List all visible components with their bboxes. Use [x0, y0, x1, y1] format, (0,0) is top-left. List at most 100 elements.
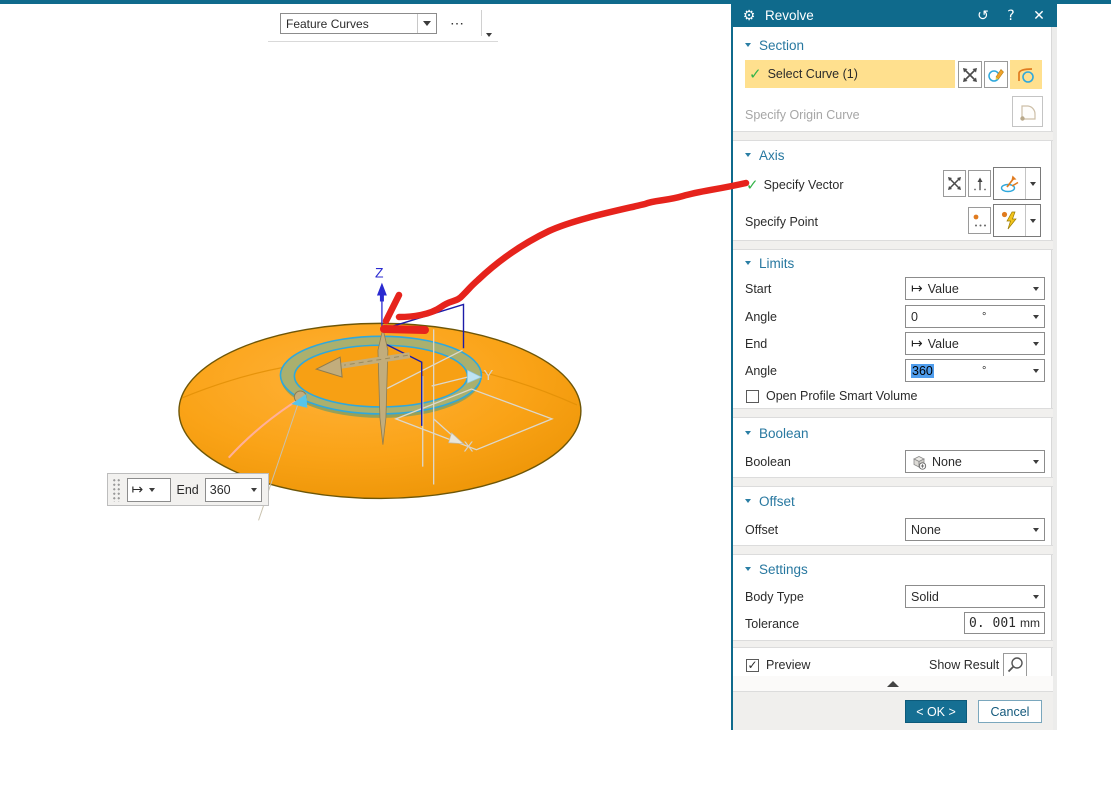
check-icon: ✓ — [746, 176, 759, 194]
degree-symbol: ° — [982, 310, 987, 323]
boolean-label: Boolean — [745, 454, 791, 469]
revolve-dialog: ⚙ Revolve ↺ ? ✕ Section ✓ Select Curve (… — [731, 4, 1057, 730]
specify-point-label: Specify Point — [745, 215, 818, 229]
degree-symbol: ° — [982, 364, 987, 377]
boolean-none-cube-icon — [913, 455, 927, 470]
cancel-button[interactable]: Cancel — [978, 700, 1042, 723]
group-separator — [733, 477, 1053, 487]
dialog-collapse-strip[interactable] — [733, 676, 1053, 692]
dialog-footer: < OK > Cancel — [733, 692, 1053, 730]
autojudge-point-icon[interactable] — [994, 205, 1025, 236]
group-separator — [733, 408, 1053, 418]
sketch-section-icon[interactable] — [984, 61, 1008, 88]
end-limit-dropdown[interactable]: ↦ Value — [905, 332, 1045, 355]
group-limits-title: Limits — [759, 255, 795, 271]
point-autojudge-split-button — [993, 204, 1041, 237]
end-angle-value: 360 — [911, 363, 934, 378]
start-angle-label: Angle — [745, 309, 777, 324]
dropdown-caret-icon — [1033, 341, 1039, 346]
dialog-header[interactable]: ⚙ Revolve ↺ ? ✕ — [733, 4, 1057, 27]
dropdown-caret-icon — [1033, 459, 1039, 464]
graphics-viewport[interactable]: X Y Z — [0, 4, 733, 786]
group-offset[interactable]: Offset — [745, 491, 795, 511]
preview-checkbox[interactable]: ✓ — [746, 658, 759, 672]
help-icon[interactable]: ? — [1001, 8, 1021, 24]
deselect-icon[interactable] — [943, 170, 966, 197]
deselect-icon[interactable] — [958, 61, 982, 88]
ok-button[interactable]: < OK > — [905, 700, 967, 723]
dropdown-caret-icon — [1033, 286, 1039, 291]
limit-option-dropdown[interactable]: ↦ — [126, 477, 171, 502]
inferred-vector-icon[interactable] — [968, 170, 991, 197]
close-icon[interactable]: ✕ — [1029, 8, 1049, 24]
end-label: End — [745, 336, 768, 351]
group-separator — [733, 131, 1053, 141]
curve-icon[interactable] — [1010, 60, 1042, 89]
dropdown-caret-icon — [1033, 594, 1039, 599]
boolean-dropdown[interactable]: None — [905, 450, 1045, 473]
end-label: End — [176, 482, 199, 497]
specify-origin-curve-label: Specify Origin Curve — [745, 108, 860, 122]
group-collapse-caret-icon — [745, 43, 751, 47]
group-collapse-caret-icon — [745, 153, 751, 157]
boolean-value: None — [932, 454, 962, 469]
end-angle-input[interactable]: 360 ° — [905, 359, 1045, 382]
preview-label: Preview — [766, 658, 811, 672]
select-curve-label: Select Curve (1) — [767, 67, 858, 81]
z-axis-shaft — [379, 294, 384, 302]
z-axis-label: Z — [375, 265, 384, 281]
group-collapse-caret-icon — [745, 567, 751, 571]
start-limit-value: Value — [927, 281, 959, 296]
group-collapse-caret-icon — [745, 499, 751, 503]
show-result-label: Show Result — [929, 658, 1000, 672]
start-angle-input[interactable]: 0 ° — [905, 305, 1045, 328]
reset-icon[interactable]: ↺ — [973, 8, 993, 24]
end-angle-value: 360 — [209, 482, 231, 497]
group-separator — [733, 545, 1053, 555]
group-boolean[interactable]: Boolean — [745, 423, 809, 443]
vector-dialog-icon[interactable] — [994, 168, 1025, 199]
magnifier-icon[interactable] — [1003, 653, 1028, 677]
group-limits[interactable]: Limits — [745, 253, 794, 273]
group-axis-title: Axis — [759, 147, 785, 163]
limit-value-icon: ↦ — [911, 335, 923, 351]
y-axis-label: Y — [483, 367, 493, 384]
x-axis-label: X — [464, 439, 474, 456]
group-settings[interactable]: Settings — [745, 559, 808, 579]
group-separator — [733, 240, 1053, 250]
origin-curve-icon[interactable] — [1012, 96, 1043, 127]
tolerance-input[interactable]: 0. 001 mm — [964, 612, 1045, 634]
end-limit-value: Value — [927, 336, 959, 351]
group-collapse-caret-icon — [745, 431, 751, 435]
check-icon: ✓ — [747, 658, 758, 672]
group-boolean-title: Boolean — [759, 425, 809, 441]
open-profile-label: Open Profile Smart Volume — [766, 389, 918, 403]
end-angle-input[interactable]: 360 — [204, 477, 262, 502]
start-label: Start — [745, 281, 772, 296]
point-dialog-icon[interactable] — [968, 207, 991, 234]
point-type-caret-icon[interactable] — [1025, 205, 1040, 236]
select-curve-row[interactable]: ✓ Select Curve (1) — [745, 60, 955, 88]
onscreen-input-toolbar[interactable]: ↦ End 360 — [107, 473, 269, 506]
tolerance-value: 0. 001 — [969, 615, 1016, 631]
specify-vector-label: Specify Vector — [763, 178, 844, 192]
group-collapse-caret-icon — [745, 261, 751, 265]
group-axis[interactable]: Axis — [745, 145, 785, 165]
viewport-scene: X Y Z — [178, 265, 582, 521]
z-axis-arrowhead — [376, 282, 387, 296]
tolerance-label: Tolerance — [745, 616, 800, 631]
start-angle-value: 0 — [911, 309, 918, 324]
limit-value-icon: ↦ — [911, 280, 923, 296]
body-type-dropdown[interactable]: Solid — [905, 585, 1045, 608]
open-profile-checkbox[interactable] — [746, 389, 759, 403]
grip-handle[interactable] — [112, 477, 121, 502]
tolerance-unit: mm — [1020, 616, 1040, 630]
group-settings-title: Settings — [759, 561, 808, 577]
group-section[interactable]: Section — [745, 35, 804, 55]
start-limit-dropdown[interactable]: ↦ Value — [905, 277, 1045, 300]
collapse-arrow-icon — [887, 680, 899, 687]
dropdown-caret-icon — [1033, 314, 1039, 319]
offset-dropdown[interactable]: None — [905, 518, 1045, 541]
vector-type-caret-icon[interactable] — [1025, 168, 1040, 199]
offset-label: Offset — [745, 522, 779, 537]
